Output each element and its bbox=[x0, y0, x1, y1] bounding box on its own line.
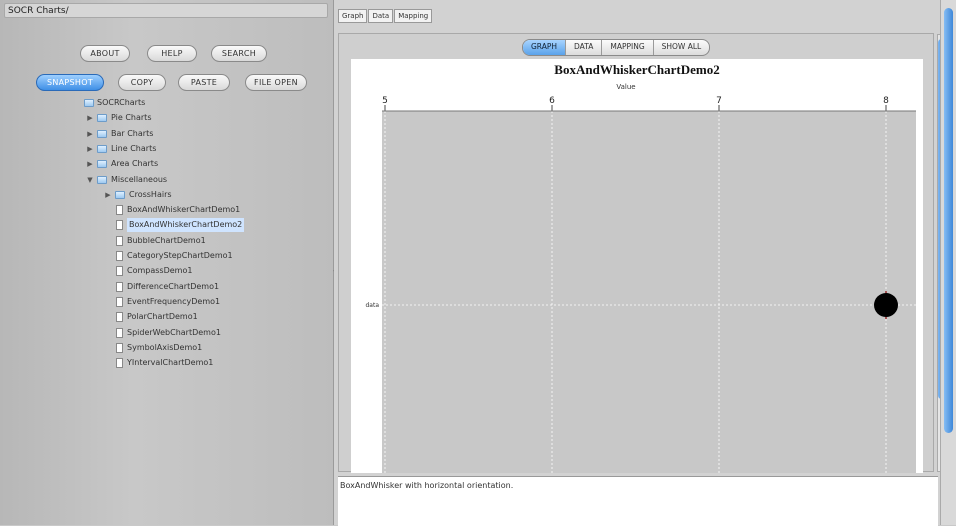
copy-button[interactable]: COPY bbox=[118, 74, 166, 91]
tree-item-label: EventFrequencyDemo1 bbox=[127, 296, 221, 306]
data-view-button[interactable]: DATA bbox=[566, 40, 603, 55]
document-icon bbox=[116, 220, 123, 231]
document-icon bbox=[116, 205, 123, 216]
about-button[interactable]: ABOUT bbox=[80, 45, 130, 62]
folder-icon bbox=[97, 160, 107, 169]
tree-item-label: BubbleChartDemo1 bbox=[127, 235, 206, 245]
right-panel: Graph Data Mapping GRAPH DATA MAPPING SH… bbox=[334, 0, 956, 526]
chart-svg: Value 5 6 7 8 data bbox=[365, 83, 916, 473]
mapping-view-button[interactable]: MAPPING bbox=[602, 40, 654, 55]
document-icon bbox=[116, 235, 123, 246]
folder-icon bbox=[97, 175, 107, 184]
tree-item-label: CrossHairs bbox=[129, 189, 172, 199]
tab-graph[interactable]: Graph bbox=[338, 9, 368, 23]
folder-icon bbox=[97, 129, 107, 138]
tree-item-label: BoxAndWhiskerChartDemo2 bbox=[127, 218, 245, 233]
tree-item-label: Line Charts bbox=[111, 143, 157, 153]
tree-item-label: SpiderWebChartDemo1 bbox=[127, 327, 221, 337]
tree-item-label: CategoryStepChartDemo1 bbox=[127, 251, 233, 260]
x-tick-label: 7 bbox=[716, 96, 722, 106]
snapshot-button[interactable]: SNAPSHOT bbox=[36, 74, 104, 91]
document-icon bbox=[116, 251, 123, 261]
top-tabs: Graph Data Mapping bbox=[338, 9, 433, 23]
tab-data[interactable]: Data bbox=[368, 9, 394, 23]
collapsed-arrow-icon[interactable]: ▶ bbox=[86, 157, 94, 171]
x-tick-label: 5 bbox=[382, 96, 388, 106]
show-all-button[interactable]: SHOW ALL bbox=[654, 40, 710, 55]
view-segmented-control: GRAPH DATA MAPPING SHOW ALL bbox=[522, 39, 711, 56]
x-axis-label: Value bbox=[616, 83, 635, 91]
collapsed-arrow-icon[interactable]: ▶ bbox=[86, 127, 94, 141]
left-panel: SOCR Charts/ ABOUT HELP SEARCH SNAPSHOT … bbox=[0, 0, 334, 525]
chart-canvas: BoxAndWhiskerChartDemo2 Value 5 6 7 8 data bbox=[351, 59, 923, 473]
file-open-button[interactable]: FILE OPEN bbox=[245, 74, 307, 91]
expanded-arrow-icon[interactable]: ▼ bbox=[86, 173, 94, 187]
window-scrollbar[interactable] bbox=[940, 0, 956, 525]
tree-item-label: Pie Charts bbox=[111, 113, 152, 123]
root-folder-icon bbox=[84, 99, 94, 107]
collapsed-arrow-icon[interactable]: ▶ bbox=[86, 142, 94, 156]
collapsed-arrow-icon[interactable]: ▶ bbox=[86, 111, 94, 125]
tree-item-label: PolarChartDemo1 bbox=[127, 312, 198, 322]
help-button[interactable]: HELP bbox=[147, 45, 197, 62]
paste-button[interactable]: PASTE bbox=[178, 74, 230, 91]
search-button[interactable]: SEARCH bbox=[211, 45, 267, 62]
graph-view-button[interactable]: GRAPH bbox=[523, 40, 567, 55]
folder-icon bbox=[97, 144, 107, 153]
plot-area bbox=[382, 111, 916, 473]
document-icon bbox=[116, 342, 123, 353]
category-label: data bbox=[365, 302, 379, 309]
description-area: BoxAndWhisker with horizontal orientatio… bbox=[338, 476, 938, 526]
tree-item-label: SOCRCharts bbox=[97, 98, 146, 107]
window-scrollbar-thumb[interactable] bbox=[944, 8, 953, 433]
document-icon bbox=[116, 327, 123, 338]
document-icon bbox=[116, 312, 123, 323]
tree-item-label: Area Charts bbox=[111, 159, 159, 169]
tree-item-label: CompassDemo1 bbox=[127, 266, 193, 276]
folder-icon bbox=[97, 114, 107, 123]
chart-description: BoxAndWhisker with horizontal orientatio… bbox=[340, 481, 514, 490]
x-tick-label: 8 bbox=[883, 96, 889, 106]
document-icon bbox=[116, 281, 123, 292]
tree-item-label: BoxAndWhiskerChartDemo1 bbox=[127, 205, 241, 215]
tree-item-label: DifferenceChartDemo1 bbox=[127, 281, 220, 291]
tab-mapping[interactable]: Mapping bbox=[394, 9, 433, 23]
tree-item-label: SymbolAxisDemo1 bbox=[127, 342, 203, 352]
left-panel-title: SOCR Charts/ bbox=[4, 3, 328, 18]
data-point bbox=[874, 293, 898, 318]
document-icon bbox=[116, 358, 123, 369]
collapsed-arrow-icon[interactable]: ▶ bbox=[104, 188, 112, 202]
x-tick-label: 6 bbox=[549, 96, 555, 106]
chart-content-area: GRAPH DATA MAPPING SHOW ALL BoxAndWhiske… bbox=[338, 33, 934, 473]
tree-item-label: Bar Charts bbox=[111, 128, 154, 138]
folder-icon bbox=[115, 190, 125, 199]
document-icon bbox=[116, 296, 123, 307]
tree-item-label: YIntervalChartDemo1 bbox=[127, 358, 214, 368]
document-icon bbox=[116, 266, 123, 277]
tree-item-label: Miscellaneous bbox=[111, 174, 168, 184]
